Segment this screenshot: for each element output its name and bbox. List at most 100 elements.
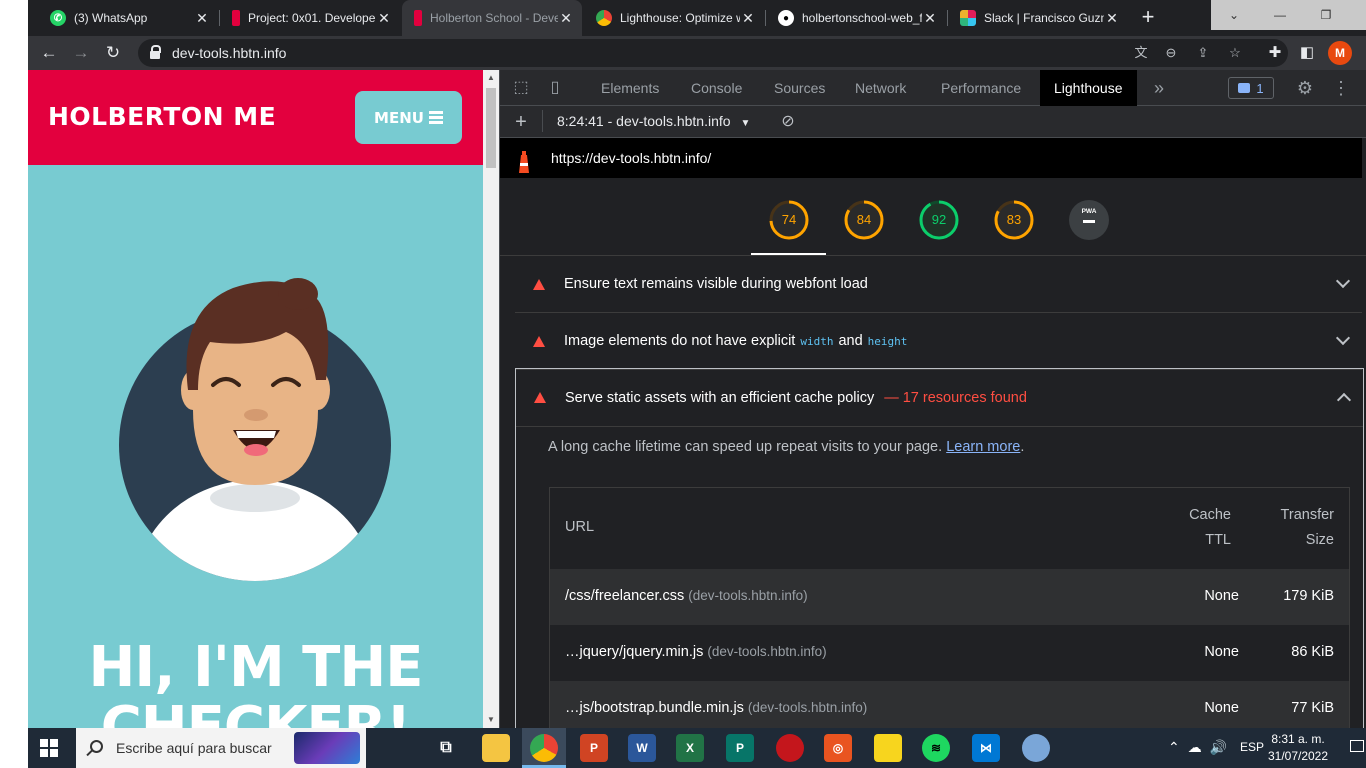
scroll-down-arrow-icon[interactable]: ▼ bbox=[483, 712, 499, 728]
site-scrollbar[interactable]: ▲ ▼ bbox=[483, 70, 499, 728]
translate-icon[interactable]: 文 bbox=[1132, 44, 1150, 62]
new-report-icon[interactable]: + bbox=[510, 111, 532, 133]
close-window-button[interactable] bbox=[1349, 0, 1366, 30]
profile-avatar[interactable]: M bbox=[1328, 41, 1352, 65]
chrome-icon bbox=[596, 10, 612, 26]
row-url: /css/freelancer.css (dev-tools.hbtn.info) bbox=[565, 588, 808, 604]
sticky-notes-icon[interactable] bbox=[874, 734, 902, 762]
row-url: …jquery/jquery.min.js (dev-tools.hbtn.inf… bbox=[565, 644, 827, 660]
more-tabs-icon[interactable]: » bbox=[1148, 77, 1170, 99]
security-app-icon[interactable] bbox=[776, 734, 804, 762]
site-brand[interactable]: HOLBERTON ME bbox=[48, 102, 276, 131]
issues-badge[interactable]: 1 bbox=[1228, 77, 1274, 99]
close-tab-icon[interactable]: ✕ bbox=[558, 10, 574, 27]
clear-reports-icon[interactable]: ⊘ bbox=[777, 111, 799, 133]
table-row[interactable]: /css/freelancer.css (dev-tools.hbtn.info)… bbox=[550, 569, 1349, 625]
back-icon[interactable]: ← bbox=[36, 40, 62, 66]
restore-button[interactable]: ❐ bbox=[1303, 0, 1349, 30]
tab-title: Lighthouse: Optimize website bbox=[620, 11, 740, 25]
address-bar[interactable]: dev-tools.hbtn.info 文 ⊖ ⇪ ☆ bbox=[138, 39, 1288, 67]
spotify-icon[interactable]: ≋ bbox=[922, 734, 950, 762]
word-icon[interactable]: W bbox=[628, 734, 656, 762]
side-panel-icon[interactable]: ◧ bbox=[1294, 40, 1320, 66]
tab-title: Holberton School - Developer bbox=[430, 11, 558, 25]
bookmark-star-icon[interactable]: ☆ bbox=[1226, 44, 1244, 62]
learn-more-link[interactable]: Learn more bbox=[946, 439, 1020, 455]
tab-github[interactable]: ● holbertonschool-web_front_end ✕ bbox=[766, 0, 946, 36]
avatar-illustration bbox=[119, 278, 391, 581]
tab-holberton-school[interactable]: Holberton School - Developer ✕ bbox=[402, 0, 582, 36]
row-cache-ttl: None bbox=[1204, 644, 1239, 660]
tab-search-button[interactable]: ⌄ bbox=[1211, 0, 1257, 30]
share-icon[interactable]: ⇪ bbox=[1194, 44, 1212, 62]
excel-icon[interactable]: X bbox=[676, 734, 704, 762]
tab-sources[interactable]: Sources bbox=[774, 70, 825, 106]
close-tab-icon[interactable]: ✕ bbox=[740, 10, 756, 27]
audit-cache-policy: Serve static assets with an efficient ca… bbox=[515, 368, 1364, 728]
table-row[interactable]: …js/bootstrap.bundle.min.js (dev-tools.hb… bbox=[550, 681, 1349, 728]
new-tab-button[interactable]: + bbox=[1134, 4, 1162, 32]
inspect-element-icon[interactable]: ⬚ bbox=[510, 77, 532, 99]
paint-icon[interactable] bbox=[1022, 734, 1050, 762]
tab-network[interactable]: Network bbox=[855, 70, 906, 106]
report-selector-text: 8:24:41 - dev-tools.hbtn.info bbox=[557, 113, 731, 129]
notifications-icon[interactable] bbox=[1350, 740, 1364, 752]
vscode-icon[interactable]: ⋈ bbox=[972, 734, 1000, 762]
menu-label: MENU bbox=[374, 108, 424, 127]
powerpoint-icon[interactable]: P bbox=[580, 734, 608, 762]
settings-gear-icon[interactable]: ⚙ bbox=[1294, 77, 1316, 99]
score-value: 92 bbox=[931, 212, 947, 227]
row-cache-ttl: None bbox=[1204, 588, 1239, 604]
close-tab-icon[interactable]: ✕ bbox=[922, 10, 938, 27]
forward-icon[interactable]: → bbox=[68, 40, 94, 66]
publisher-icon[interactable]: P bbox=[726, 734, 754, 762]
windows-start-icon[interactable] bbox=[40, 739, 58, 757]
site-header: HOLBERTON ME MENU bbox=[28, 70, 483, 165]
close-tab-icon[interactable]: ✕ bbox=[376, 10, 392, 27]
tab-lighthouse[interactable]: Lighthouse: Optimize website ✕ bbox=[584, 0, 764, 36]
extensions-icon[interactable]: ✚ bbox=[1262, 40, 1288, 66]
task-view-icon[interactable]: ⧉ bbox=[432, 734, 460, 762]
menu-button[interactable]: MENU bbox=[355, 91, 462, 144]
scrollbar-thumb[interactable] bbox=[486, 88, 496, 168]
close-tab-icon[interactable]: ✕ bbox=[1104, 10, 1120, 27]
pwa-badge[interactable]: PWA bbox=[1069, 200, 1109, 240]
tab-performance[interactable]: Performance bbox=[941, 70, 1021, 106]
tab-title: holbertonschool-web_front_end bbox=[802, 11, 922, 25]
tab-project[interactable]: Project: 0x01. Developer tools ✕ bbox=[220, 0, 400, 36]
file-explorer-icon[interactable] bbox=[482, 734, 510, 762]
table-row[interactable]: …jquery/jquery.min.js (dev-tools.hbtn.inf… bbox=[550, 625, 1349, 681]
audit-webfont[interactable]: Ensure text remains visible during webfo… bbox=[515, 256, 1362, 313]
ubuntu-icon[interactable]: ◎ bbox=[824, 734, 852, 762]
device-toolbar-icon[interactable]: ▯ bbox=[544, 77, 566, 99]
audit-image-dimensions[interactable]: Image elements do not have explicit widt… bbox=[515, 313, 1362, 370]
taskbar-clock[interactable]: 8:31 a. m. 31/07/2022 bbox=[1262, 731, 1334, 765]
browser-tab-strip: ✆ (3) WhatsApp ✕ Project: 0x01. Develope… bbox=[28, 0, 1366, 36]
header-line: Transfer bbox=[1280, 507, 1334, 523]
row-transfer-size: 179 KiB bbox=[1283, 588, 1334, 604]
chrome-taskbar-icon[interactable] bbox=[530, 734, 558, 762]
report-selector[interactable]: 8:24:41 - dev-tools.hbtn.info ▼ bbox=[557, 113, 750, 129]
tab-whatsapp[interactable]: ✆ (3) WhatsApp ✕ bbox=[38, 0, 218, 36]
audit-cache-header[interactable]: Serve static assets with an efficient ca… bbox=[516, 369, 1363, 427]
system-tray-icons[interactable]: ⌃☁🔊 bbox=[1168, 739, 1235, 756]
hero-heading: HI, I'M THE CHECKER! bbox=[28, 638, 483, 729]
tab-slack[interactable]: Slack | Francisco Guzman ✕ bbox=[948, 0, 1128, 36]
lighthouse-toolbar: + 8:24:41 - dev-tools.hbtn.info ▼ ⊘ bbox=[500, 106, 1366, 138]
tab-elements[interactable]: Elements bbox=[601, 70, 659, 106]
tab-console[interactable]: Console bbox=[691, 70, 742, 106]
score-value: 84 bbox=[856, 212, 872, 227]
more-options-icon[interactable]: ⋮ bbox=[1330, 77, 1352, 99]
fail-triangle-icon bbox=[534, 392, 546, 403]
minimize-button[interactable]: — bbox=[1257, 0, 1303, 30]
hamburger-icon bbox=[428, 109, 443, 126]
close-tab-icon[interactable]: ✕ bbox=[194, 10, 210, 27]
report-url-text[interactable]: https://dev-tools.hbtn.info/ bbox=[551, 138, 711, 178]
input-language[interactable]: ESP bbox=[1240, 740, 1264, 754]
zoom-icon[interactable]: ⊖ bbox=[1162, 44, 1180, 62]
reload-icon[interactable]: ↻ bbox=[100, 40, 126, 66]
clock-time: 8:31 a. m. bbox=[1271, 732, 1325, 746]
scroll-up-arrow-icon[interactable]: ▲ bbox=[483, 70, 499, 86]
taskbar-search[interactable]: Escribe aquí para buscar bbox=[76, 728, 366, 768]
tab-lighthouse[interactable]: Lighthouse bbox=[1040, 70, 1137, 106]
